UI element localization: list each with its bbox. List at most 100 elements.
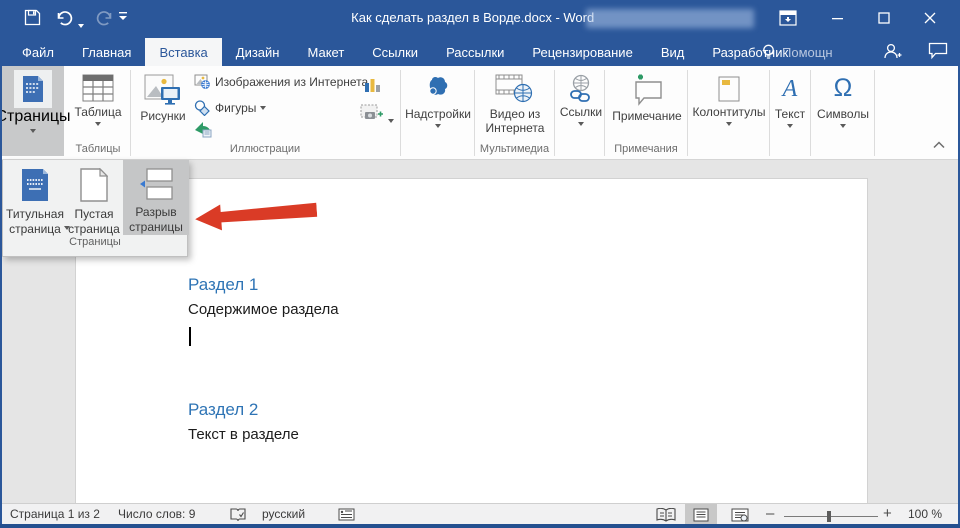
zoom-in-icon[interactable]: + [883, 505, 892, 522]
pictures-button[interactable]: Рисунки [133, 68, 193, 123]
pictures-button-label: Рисунки [140, 109, 185, 123]
screenshot-icon[interactable] [360, 104, 384, 122]
group-divider [769, 70, 770, 156]
doc-paragraph-1[interactable]: Содержимое раздела [188, 301, 339, 318]
header-footer-button[interactable]: Колонтитулы [690, 68, 768, 126]
comment-button-label: Примечание [612, 109, 681, 123]
header-footer-caret-icon [726, 122, 732, 126]
addins-button[interactable]: Надстройки [404, 68, 472, 128]
links-icon [568, 74, 594, 102]
language-indicator[interactable]: русский [262, 507, 305, 521]
page-break-icon [139, 168, 173, 200]
group-divider [400, 70, 401, 156]
print-layout-icon[interactable] [693, 508, 709, 522]
cover-page-item[interactable]: Титульная страница [5, 162, 65, 230]
window-title: Как сделать раздел в Ворде.docx - Word [351, 10, 594, 25]
ribbon-tab-row: Файл Главная Вставка Дизайн Макет Ссылки… [0, 38, 960, 66]
symbols-button[interactable]: Ω Символы [814, 68, 872, 128]
text-a-icon: A [783, 74, 798, 104]
addins-caret-icon [435, 124, 441, 128]
tab-mailings[interactable]: Рассылки [432, 38, 518, 66]
status-bar: Страница 1 из 2 Число слов: 9 русский – … [0, 503, 960, 524]
maximize-button[interactable] [862, 0, 906, 36]
web-layout-icon[interactable] [731, 508, 749, 522]
lightbulb-icon [762, 44, 775, 61]
illustrations-group-label: Иллюстрации [133, 143, 397, 155]
doc-heading-1[interactable]: Раздел 1 [188, 275, 258, 295]
tab-review[interactable]: Рецензирование [518, 38, 646, 66]
tab-references[interactable]: Ссылки [358, 38, 432, 66]
minimize-button[interactable] [816, 0, 860, 36]
undo-dropdown-caret[interactable] [78, 15, 84, 33]
tab-layout[interactable]: Макет [293, 38, 358, 66]
media-group-label: Мультимедиа [475, 143, 554, 155]
close-button[interactable] [908, 0, 952, 36]
zoom-slider-track[interactable] [784, 516, 878, 517]
blank-page-icon [80, 168, 108, 202]
tab-design[interactable]: Дизайн [222, 38, 294, 66]
smartart-icon[interactable] [194, 121, 212, 138]
online-pictures-label: Изображения из Интернета [215, 75, 368, 89]
comments-group-label: Примечания [605, 143, 687, 155]
omega-icon: Ω [834, 72, 853, 104]
share-person-icon[interactable] [882, 42, 902, 61]
comments-pane-icon[interactable] [928, 42, 948, 60]
redo-icon[interactable] [92, 9, 110, 27]
ribbon-display-options-icon[interactable] [766, 0, 810, 36]
customize-qat-icon[interactable] [118, 11, 128, 23]
blank-page-label: Пустая страница [65, 207, 123, 237]
undo-icon[interactable] [55, 9, 73, 27]
pages-group-label: Страницы [0, 108, 71, 126]
header-footer-label: Колонтитулы [692, 105, 765, 119]
group-divider [874, 70, 875, 156]
shapes-label: Фигуры [215, 101, 256, 115]
text-button-label: Текст [775, 107, 805, 121]
tab-view[interactable]: Вид [647, 38, 699, 66]
doc-heading-2[interactable]: Раздел 2 [188, 400, 258, 420]
comment-button[interactable]: Примечание [608, 68, 686, 123]
tab-home[interactable]: Главная [68, 38, 145, 66]
group-divider [810, 70, 811, 156]
zoom-percentage[interactable]: 100 % [908, 507, 942, 521]
blank-page-item[interactable]: Пустая страница [65, 162, 123, 237]
tell-me-box[interactable]: Помощн [762, 38, 833, 66]
read-mode-icon[interactable] [656, 508, 676, 522]
tab-file[interactable]: Файл [8, 38, 68, 66]
text-button[interactable]: A Текст [771, 68, 809, 128]
shapes-button[interactable]: Фигуры [194, 100, 266, 116]
window-border-left [0, 0, 2, 528]
tables-group-label: Таблицы [68, 143, 128, 155]
ribbon: Страницы Таблица Таблицы Рисунки Изображ… [2, 66, 958, 160]
links-button[interactable]: Ссылки [558, 68, 604, 126]
links-caret-icon [578, 122, 584, 126]
page-indicator[interactable]: Страница 1 из 2 [10, 507, 100, 521]
zoom-slider-handle[interactable] [827, 511, 831, 522]
chart-icon[interactable] [364, 76, 381, 93]
save-icon[interactable] [24, 9, 42, 27]
proofing-icon[interactable] [230, 507, 246, 522]
collapse-ribbon-icon[interactable] [932, 140, 946, 149]
symbols-button-label: Символы [817, 107, 869, 121]
window-border-bottom [0, 524, 960, 528]
page-break-item[interactable]: Разрыв страницы [123, 160, 189, 235]
online-pictures-button[interactable]: Изображения из Интернета [194, 74, 368, 90]
text-cursor [189, 327, 191, 346]
pages-dropdown-panel: Титульная страница Пустая страница Разры… [2, 160, 188, 257]
document-page[interactable]: Раздел 1 Содержимое раздела Раздел 2 Тек… [75, 178, 868, 503]
screenshot-caret-icon[interactable] [388, 110, 394, 128]
title-bar: Как сделать раздел в Ворде.docx - Word [0, 0, 960, 38]
word-count[interactable]: Число слов: 9 [118, 507, 195, 521]
online-video-button[interactable]: Видео из Интернета [478, 68, 552, 136]
table-icon [82, 74, 114, 102]
keyboard-icon[interactable] [338, 508, 355, 521]
doc-paragraph-2[interactable]: Текст в разделе [188, 426, 299, 443]
pages-menu-group-label: Страницы [3, 236, 187, 248]
group-divider [687, 70, 688, 156]
zoom-out-icon[interactable]: – [766, 505, 774, 522]
tab-insert[interactable]: Вставка [145, 38, 221, 66]
pages-icon [14, 70, 52, 108]
pages-group-button[interactable]: Страницы [2, 66, 64, 156]
table-button[interactable]: Таблица [68, 68, 128, 126]
online-pictures-icon [194, 74, 211, 90]
cover-page-label: Титульная страница [5, 207, 65, 237]
